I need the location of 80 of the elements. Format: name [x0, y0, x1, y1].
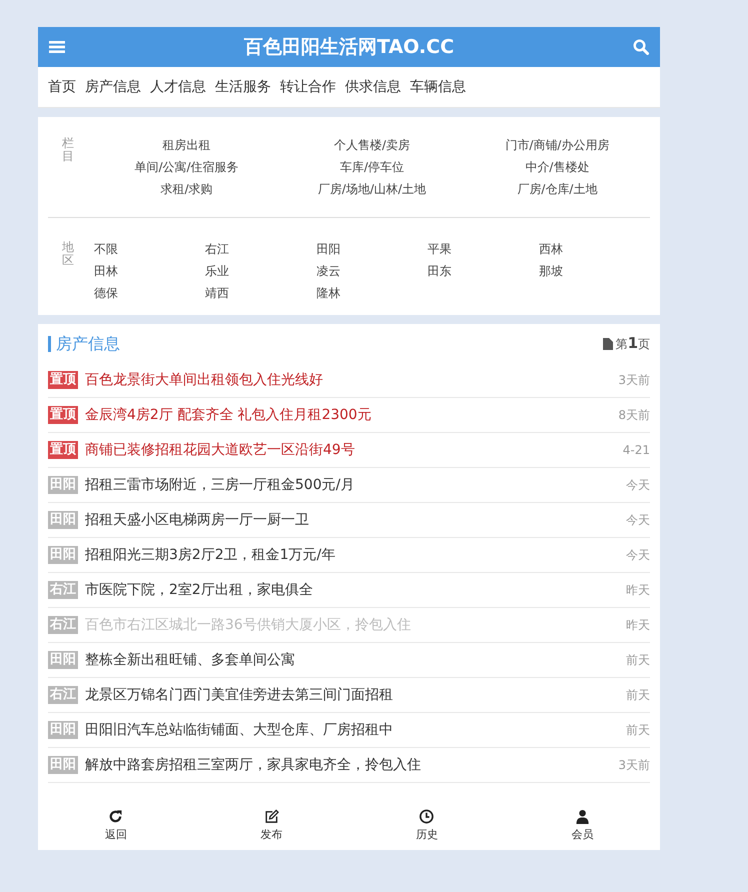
- edit-icon: [264, 809, 279, 824]
- nav-link[interactable]: 人才信息: [150, 78, 206, 96]
- listing-tag: 田阳: [48, 476, 78, 494]
- listing-time: 8天前: [618, 406, 650, 424]
- category-link[interactable]: 单间/公寓/住宿服务: [94, 159, 280, 175]
- region-link[interactable]: 田东: [428, 263, 539, 279]
- region-link[interactable]: 那坡: [538, 263, 650, 279]
- region-link[interactable]: 德保: [94, 285, 206, 301]
- category-link[interactable]: 中介/售楼处: [464, 159, 650, 175]
- listing-tag: 田阳: [48, 511, 78, 529]
- clock-icon: [419, 809, 434, 824]
- nav-link[interactable]: 生活服务: [215, 78, 271, 96]
- category-link[interactable]: 个人售楼/卖房: [279, 137, 465, 153]
- region-link[interactable]: 不限: [94, 241, 206, 257]
- menu-icon[interactable]: [49, 39, 65, 55]
- listing-link[interactable]: 解放中路套房招租三室两厅，家具家电齐全，拎包入住: [85, 756, 612, 774]
- listing-time: 前天: [626, 652, 650, 668]
- nav-link[interactable]: 转让合作: [280, 78, 336, 96]
- listing-time: 前天: [626, 722, 650, 738]
- listing-time: 昨天: [626, 616, 650, 634]
- filter-label: 地区: [62, 241, 74, 270]
- category-link[interactable]: 厂房/仓库/土地: [464, 181, 650, 197]
- region-link[interactable]: 隆林: [316, 285, 428, 301]
- listing-tag: 田阳: [48, 756, 78, 774]
- listing-tag: 田阳: [48, 546, 78, 564]
- listing-time: 4-21: [622, 443, 650, 457]
- nav-link[interactable]: 车辆信息: [410, 78, 466, 96]
- user-icon: [574, 809, 590, 824]
- listing-tag: 置顶: [48, 406, 78, 424]
- section-title: 房产信息: [48, 336, 120, 352]
- listing-tag: 右江: [48, 581, 78, 599]
- listing-time: 3天前: [618, 372, 650, 388]
- bottom-nav-item[interactable]: 会员: [504, 801, 660, 850]
- filter-label: 栏目: [62, 137, 74, 166]
- category-link[interactable]: 车库/停车位: [279, 159, 465, 175]
- listing-link[interactable]: 招租三雷市场附近，三房一厅租金500元/月: [85, 476, 620, 494]
- region-link[interactable]: 田林: [94, 263, 206, 279]
- region-link[interactable]: 西林: [538, 241, 650, 257]
- listing-link[interactable]: 金辰湾4房2厅 配套齐全 礼包入住月租2300元: [85, 406, 612, 424]
- document-icon: [602, 338, 613, 350]
- listing-link[interactable]: 市医院下院，2室2厅出租，家电俱全: [85, 581, 620, 599]
- region-link[interactable]: 凌云: [316, 263, 428, 279]
- nav-link[interactable]: 首页: [48, 78, 76, 96]
- search-icon[interactable]: [633, 39, 649, 55]
- listing-tag: 田阳: [48, 651, 78, 669]
- listing-tag: 右江: [48, 616, 78, 634]
- listing-tag: 置顶: [48, 371, 78, 389]
- listing-time: 今天: [626, 512, 650, 528]
- listing-link[interactable]: 龙景区万锦名门西门美宜佳旁进去第三间门面招租: [85, 686, 620, 704]
- site-title: 百色田阳生活网TAO.CC: [244, 35, 454, 60]
- listing-link[interactable]: 商铺已装修招租花园大道欧艺一区沿街49号: [85, 441, 617, 459]
- region-link[interactable]: 右江: [205, 241, 316, 257]
- listing-time: 3天前: [618, 756, 650, 774]
- category-link[interactable]: 求租/求购: [94, 181, 280, 197]
- page-indicator: 第1页: [616, 334, 650, 353]
- listing-time: 前天: [626, 686, 650, 704]
- listing-time: 昨天: [626, 582, 650, 598]
- category-link[interactable]: 厂房/场地/山林/土地: [279, 181, 465, 197]
- category-link[interactable]: 门市/商铺/办公用房: [464, 137, 650, 153]
- nav-link[interactable]: 房产信息: [85, 78, 141, 96]
- listing-tag: 田阳: [48, 721, 78, 739]
- region-link[interactable]: 乐业: [205, 263, 316, 279]
- listing-time: 今天: [626, 476, 650, 494]
- category-link[interactable]: 租房出租: [94, 137, 280, 153]
- listing-link[interactable]: 田阳旧汽车总站临街铺面、大型仓库、厂房招租中: [85, 721, 620, 739]
- region-link[interactable]: 靖西: [205, 285, 316, 301]
- listing-tag: 置顶: [48, 441, 78, 459]
- bottom-nav-item[interactable]: 历史: [349, 801, 504, 850]
- bottom-nav-item[interactable]: 返回: [38, 801, 194, 850]
- nav-link[interactable]: 供求信息: [345, 78, 401, 96]
- listing-tag: 右江: [48, 686, 78, 704]
- listing-link[interactable]: 招租阳光三期3房2厅2卫，租金1万元/年: [85, 546, 620, 564]
- refresh-icon: [108, 809, 124, 824]
- listing-link[interactable]: 招租天盛小区电梯两房一厅一厨一卫: [85, 511, 620, 529]
- listing-time: 今天: [626, 546, 650, 564]
- region-link[interactable]: 平果: [428, 241, 539, 257]
- listing-link[interactable]: 整栋全新出租旺铺、多套单间公寓: [85, 651, 620, 669]
- region-link[interactable]: 田阳: [316, 241, 428, 257]
- bottom-nav-item[interactable]: 发布: [194, 801, 349, 850]
- listing-link[interactable]: 百色龙景街大单间出租领包入住光线好: [85, 371, 612, 389]
